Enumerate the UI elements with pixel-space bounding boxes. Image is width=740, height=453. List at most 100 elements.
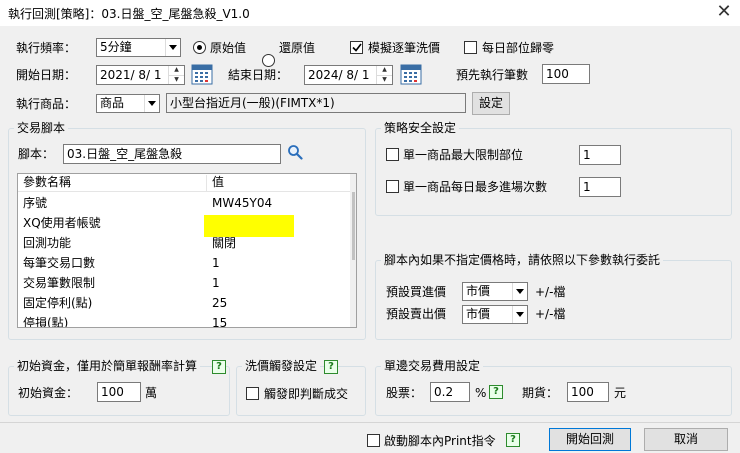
row-value: MW45Y04 [212,196,273,210]
print-label: 啟動腳本內Print指令 [384,434,496,448]
script-group-title: 交易腳本 [14,120,69,136]
price-group-title: 腳本內如果不指定價格時，請依照以下參數執行委託 [381,252,664,268]
max-entry-checkbox[interactable] [386,180,399,193]
param-table-scrollbar[interactable] [350,174,356,327]
product-label: 執行商品： [16,97,77,111]
daily-zero-label: 每日部位歸零 [482,41,555,55]
row-value: 25 [212,296,228,310]
chevron-down-icon [512,306,527,323]
table-row[interactable]: 交易筆數限制 1 [18,273,350,293]
product-type-value: 商品 [100,96,125,110]
end-date-label: 結束日期： [228,68,289,82]
table-row[interactable]: 固定停利(點) 25 [18,293,350,313]
max-position-checkbox[interactable] [386,148,399,161]
max-position-input[interactable]: 1 [579,145,621,165]
table-row[interactable]: XQ使用者帳號 [18,213,350,237]
table-row[interactable]: 序號 MW45Y04 [18,193,350,213]
row-name: 交易筆數限制 [23,276,96,290]
print-checkbox[interactable] [367,434,380,447]
end-date-value: 2024/ 8/ 1 [308,68,370,82]
fill-checkbox[interactable] [350,41,363,54]
row-value: 1 [212,276,220,290]
param-table: 參數名稱 值 序號 MW45Y04 XQ使用者帳號 回測功能 關閉 每筆交易口數… [17,173,357,328]
param-col-name: 參數名稱 [23,175,72,189]
preexec-input[interactable]: 100 [542,64,590,84]
daily-zero-checkbox[interactable] [464,41,477,54]
product-set-button[interactable]: 設定 [472,92,510,115]
radio-original-label: 原始值 [210,41,247,55]
row-value: 1 [212,256,220,270]
scrollbar-thumb[interactable] [352,192,355,260]
fill-checkbox-label: 模擬逐筆洗價 [368,41,441,55]
row-name: 固定停利(點) [23,296,93,310]
buy-price-select[interactable]: 市價 [462,282,528,301]
window-title: 執行回測[策略]：03.日盤_空_尾盤急殺_V1.0 [8,7,250,21]
table-row[interactable]: 每筆交易口數 1 [18,253,350,273]
capital-group-title: 初始資金，僅用於簡單報酬率計算 [14,358,201,374]
buy-price-value: 市價 [466,284,491,298]
freq-label: 執行頻率： [16,41,77,55]
calendar-icon[interactable] [191,63,213,85]
freq-select[interactable]: 5分鐘 [96,38,181,57]
sell-price-select[interactable]: 市價 [462,305,528,324]
product-name-field: 小型台指近月(一般)(FIMTX*1) [166,93,466,113]
row-name: 停損(點) [23,316,69,328]
fees-group-title: 單邊交易費用設定 [381,358,484,374]
wash-trigger-checkbox[interactable] [246,387,259,400]
wash-trigger-label: 觸發即判斷成交 [264,387,349,401]
footer-divider [0,422,740,423]
row-name: XQ使用者帳號 [23,216,101,230]
safety-group-title: 策略安全設定 [381,120,460,136]
stock-fee-input[interactable]: 0.2 [430,382,470,402]
stock-fee-unit: % [475,386,487,400]
capital-unit: 萬 [145,386,158,400]
checkmark-icon [351,43,362,52]
header-divider [206,175,207,191]
chevron-down-icon [144,95,159,112]
row-name: 回測功能 [23,236,72,250]
row-name: 每筆交易口數 [23,256,96,270]
sell-tick-label: +/-檔 [535,307,566,321]
script-name-input[interactable]: 03.日盤_空_尾盤急殺 [63,144,281,164]
capital-help-icon[interactable]: ? [212,360,226,374]
futures-fee-unit: 元 [614,386,627,400]
preexec-label: 預先執行筆數 [456,68,529,82]
table-row[interactable]: 停損(點) 15 [18,313,350,328]
end-date-picker[interactable]: 2024/ 8/ 1 ▲ ▼ [304,65,393,85]
start-date-picker[interactable]: 2021/ 8/ 1 ▲ ▼ [96,65,185,85]
buy-tick-label: +/-檔 [535,285,566,299]
product-type-select[interactable]: 商品 [96,94,160,113]
chevron-down-icon [165,39,180,56]
stock-fee-help-icon[interactable]: ? [489,385,503,399]
param-col-value: 值 [212,175,225,189]
table-row[interactable]: 回測功能 關閉 [18,233,350,253]
start-backtest-button[interactable]: 開始回測 [549,428,631,451]
wash-help-icon[interactable]: ? [324,360,338,374]
param-table-header: 參數名稱 值 [18,174,350,192]
radio-restore-label: 還原值 [279,41,316,55]
end-date-spinner[interactable]: ▲ ▼ [376,66,392,84]
script-label: 腳本： [18,147,55,161]
max-entry-label: 單一商品每日最多進場次數 [403,180,548,194]
row-value: 關閉 [212,236,237,250]
buy-price-label: 預設買進價 [386,285,447,299]
futures-fee-input[interactable]: 100 [567,382,609,402]
row-name: 序號 [23,196,48,210]
max-position-label: 單一商品最大限制部位 [403,148,524,162]
sell-price-value: 市價 [466,307,491,321]
safety-group [375,128,732,216]
print-help-icon[interactable]: ? [506,433,520,447]
max-entry-input[interactable]: 1 [579,177,621,197]
start-date-spinner[interactable]: ▲ ▼ [168,66,184,84]
futures-fee-label: 期貨： [522,386,559,400]
cancel-button[interactable]: 取消 [644,428,728,451]
start-date-value: 2021/ 8/ 1 [100,68,162,82]
freq-select-value: 5分鐘 [100,40,132,54]
calendar-icon[interactable] [400,63,422,85]
sell-price-label: 預設賣出價 [386,307,447,321]
close-icon[interactable]: ✕ [714,2,734,22]
radio-original[interactable] [193,41,206,54]
capital-input[interactable]: 100 [97,382,141,402]
search-icon[interactable] [287,144,303,160]
wash-group-title: 洗價觸發設定 [242,358,321,374]
